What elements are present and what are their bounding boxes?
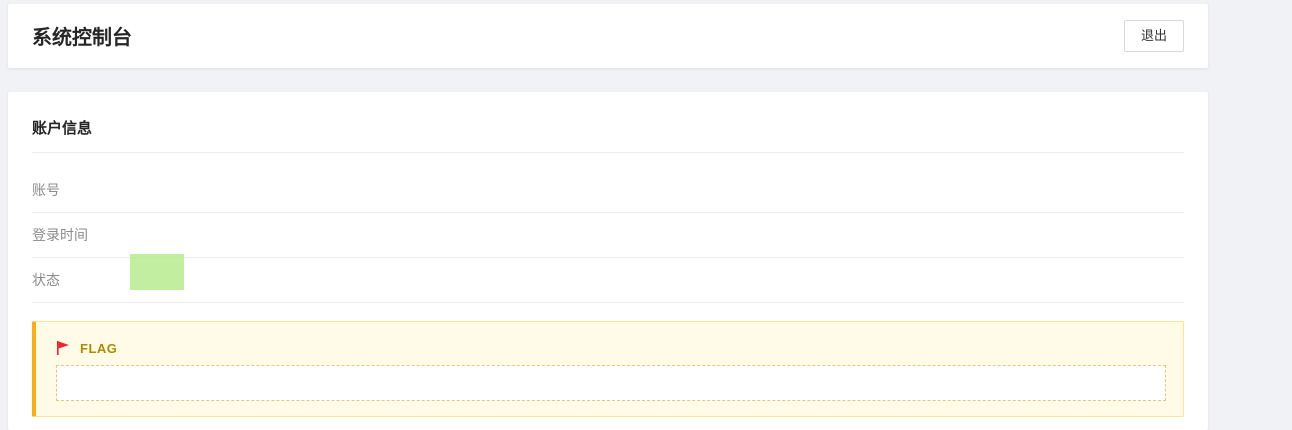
header-bar: 系统控制台 退出 <box>8 4 1208 68</box>
account-label: 账号 <box>32 182 60 198</box>
status-badge <box>130 254 184 290</box>
logout-button[interactable]: 退出 <box>1124 20 1184 52</box>
section-divider <box>32 152 1184 153</box>
section-title: 账户信息 <box>32 120 93 137</box>
account-row: 账号 <box>32 168 1184 213</box>
status-label: 状态 <box>32 272 60 288</box>
flag-value[interactable] <box>56 365 1166 401</box>
flag-icon <box>56 340 70 356</box>
page-title: 系统控制台 <box>32 27 132 49</box>
status-row: 状态 <box>32 254 1184 303</box>
account-info-card: 账户信息 账号 登录时间 状态 FLAG <box>8 92 1208 430</box>
flag-label: FLAG <box>80 341 118 356</box>
flag-panel: FLAG <box>32 321 1184 417</box>
login-time-label: 登录时间 <box>32 227 88 243</box>
login-time-row: 登录时间 <box>32 213 1184 258</box>
